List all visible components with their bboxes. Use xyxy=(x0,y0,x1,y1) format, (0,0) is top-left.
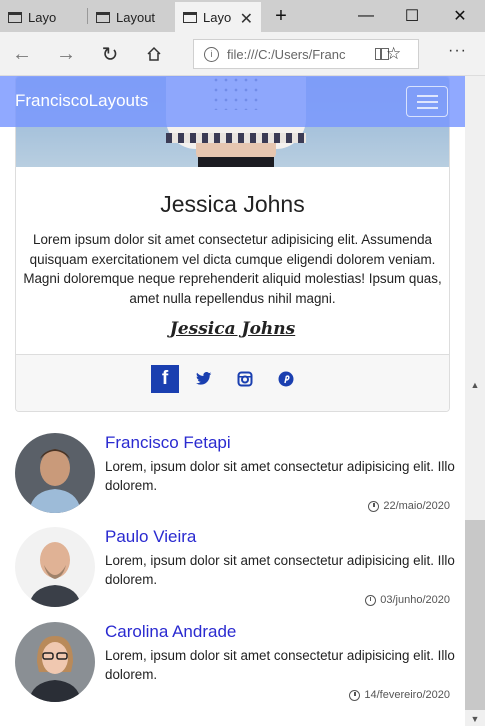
card-text: Lorem ipsum dolor sit amet consectetur a… xyxy=(23,232,442,306)
home-icon[interactable] xyxy=(138,38,170,70)
list-item: Carolina Andrade Lorem, ipsum dolor sit … xyxy=(15,622,455,712)
browser-tab-3-active[interactable]: Layo ✕ xyxy=(175,2,261,32)
url-text: file:///C:/Users/Franc xyxy=(227,46,346,62)
tab-label: Layo xyxy=(28,9,57,25)
page-icon xyxy=(183,11,197,23)
browser-tab-2[interactable]: Layout xyxy=(88,2,174,32)
minimize-icon[interactable]: — xyxy=(343,0,389,32)
more-options-icon[interactable]: ··· xyxy=(448,42,467,60)
browser-tab-bar: Layo Layout Layo ✕ + — ☐ ✕ xyxy=(0,0,485,32)
favorite-star-icon[interactable]: ☆ xyxy=(386,44,401,64)
brand-logo[interactable]: FranciscoLayouts xyxy=(15,91,148,111)
forward-arrow-icon[interactable]: → xyxy=(50,38,82,70)
avatar xyxy=(15,527,95,607)
close-window-icon[interactable]: ✕ xyxy=(437,0,483,32)
pinterest-icon[interactable] xyxy=(272,365,300,393)
person-description: Lorem, ipsum dolor sit amet consectetur … xyxy=(105,648,455,682)
page-icon xyxy=(8,11,22,23)
clock-icon xyxy=(365,594,377,606)
info-icon[interactable]: i xyxy=(204,46,219,62)
navbar-toggler-button[interactable] xyxy=(406,86,448,117)
avatar xyxy=(15,622,95,702)
facebook-icon[interactable]: f xyxy=(151,365,179,393)
site-navbar: FranciscoLayouts xyxy=(0,76,465,127)
list-item: Paulo Vieira Lorem, ipsum dolor sit amet… xyxy=(15,527,455,617)
scroll-up-arrow-icon[interactable]: ▲ xyxy=(465,378,485,392)
person-name[interactable]: Paulo Vieira xyxy=(105,527,196,547)
person-description: Lorem, ipsum dolor sit amet consectetur … xyxy=(105,553,455,587)
maximize-icon[interactable]: ☐ xyxy=(389,0,435,32)
list-item: Francisco Fetapi Lorem, ipsum dolor sit … xyxy=(15,433,455,523)
signature: Jessica Johns xyxy=(169,319,296,339)
person-description: Lorem, ipsum dolor sit amet consectetur … xyxy=(105,459,455,493)
instagram-icon[interactable] xyxy=(231,365,259,393)
tab-label: Layo xyxy=(203,9,232,25)
twitter-icon[interactable] xyxy=(190,365,218,393)
new-tab-button[interactable]: + xyxy=(258,0,304,32)
card-footer: f xyxy=(16,354,449,411)
post-date: 22/maio/2020 xyxy=(368,500,450,512)
page-icon xyxy=(96,11,110,23)
post-date: 03/junho/2020 xyxy=(365,594,450,606)
clock-icon xyxy=(368,500,380,512)
browser-tab-1[interactable]: Layo xyxy=(0,2,86,32)
page-viewport: Jessica Johns Lorem ipsum dolor sit amet… xyxy=(0,76,465,726)
scroll-down-arrow-icon[interactable]: ▼ xyxy=(465,712,485,726)
person-name[interactable]: Carolina Andrade xyxy=(105,622,236,642)
back-arrow-icon[interactable]: ← xyxy=(6,38,38,70)
address-bar: ← → ↻ i file:///C:/Users/Franc ☆ ··· xyxy=(0,32,485,76)
card-title: Jessica Johns xyxy=(160,191,305,217)
clock-icon xyxy=(349,689,361,701)
close-tab-icon[interactable]: ✕ xyxy=(240,9,253,29)
tab-label: Layout xyxy=(116,9,156,25)
refresh-icon[interactable]: ↻ xyxy=(94,38,126,70)
avatar xyxy=(15,433,95,513)
post-date: 14/fevereiro/2020 xyxy=(349,689,450,701)
person-name[interactable]: Francisco Fetapi xyxy=(105,433,231,453)
scrollbar-thumb[interactable] xyxy=(465,520,485,710)
